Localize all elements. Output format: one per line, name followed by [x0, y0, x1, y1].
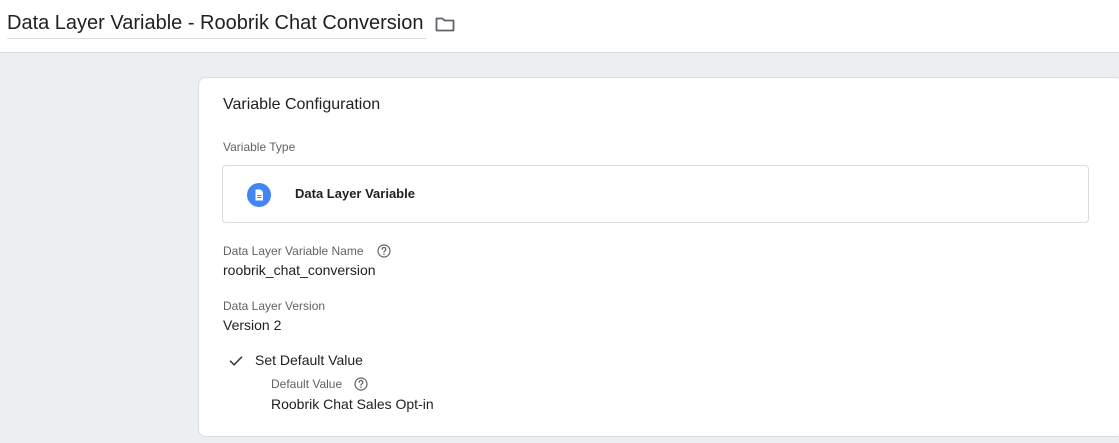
dl-name-value: roobrik_chat_conversion — [223, 262, 376, 278]
default-value: Roobrik Chat Sales Opt-in — [271, 396, 434, 412]
folder-icon[interactable] — [433, 12, 457, 36]
help-circle-icon[interactable] — [377, 244, 391, 258]
checkmark-icon[interactable] — [229, 354, 243, 366]
variable-title[interactable]: Data Layer Variable - Roobrik Chat Conve… — [7, 9, 426, 39]
document-icon — [247, 183, 271, 207]
header-bar: Data Layer Variable - Roobrik Chat Conve… — [0, 0, 1119, 53]
variable-type-label: Variable Type — [223, 140, 296, 154]
set-default-checkbox-label[interactable]: Set Default Value — [255, 351, 363, 369]
variable-type-name: Data Layer Variable — [295, 186, 415, 201]
variable-type-selector[interactable]: Data Layer Variable — [222, 165, 1089, 223]
dl-version-label: Data Layer Version — [223, 299, 326, 313]
dl-version-value: Version 2 — [223, 317, 282, 333]
card-title: Variable Configuration — [223, 96, 381, 113]
variable-configuration-card[interactable]: Variable Configuration Variable Type Dat… — [198, 77, 1119, 437]
dl-name-label: Data Layer Variable Name — [223, 244, 364, 258]
help-circle-icon[interactable] — [354, 377, 368, 391]
default-value-label: Default Value — [271, 377, 343, 391]
